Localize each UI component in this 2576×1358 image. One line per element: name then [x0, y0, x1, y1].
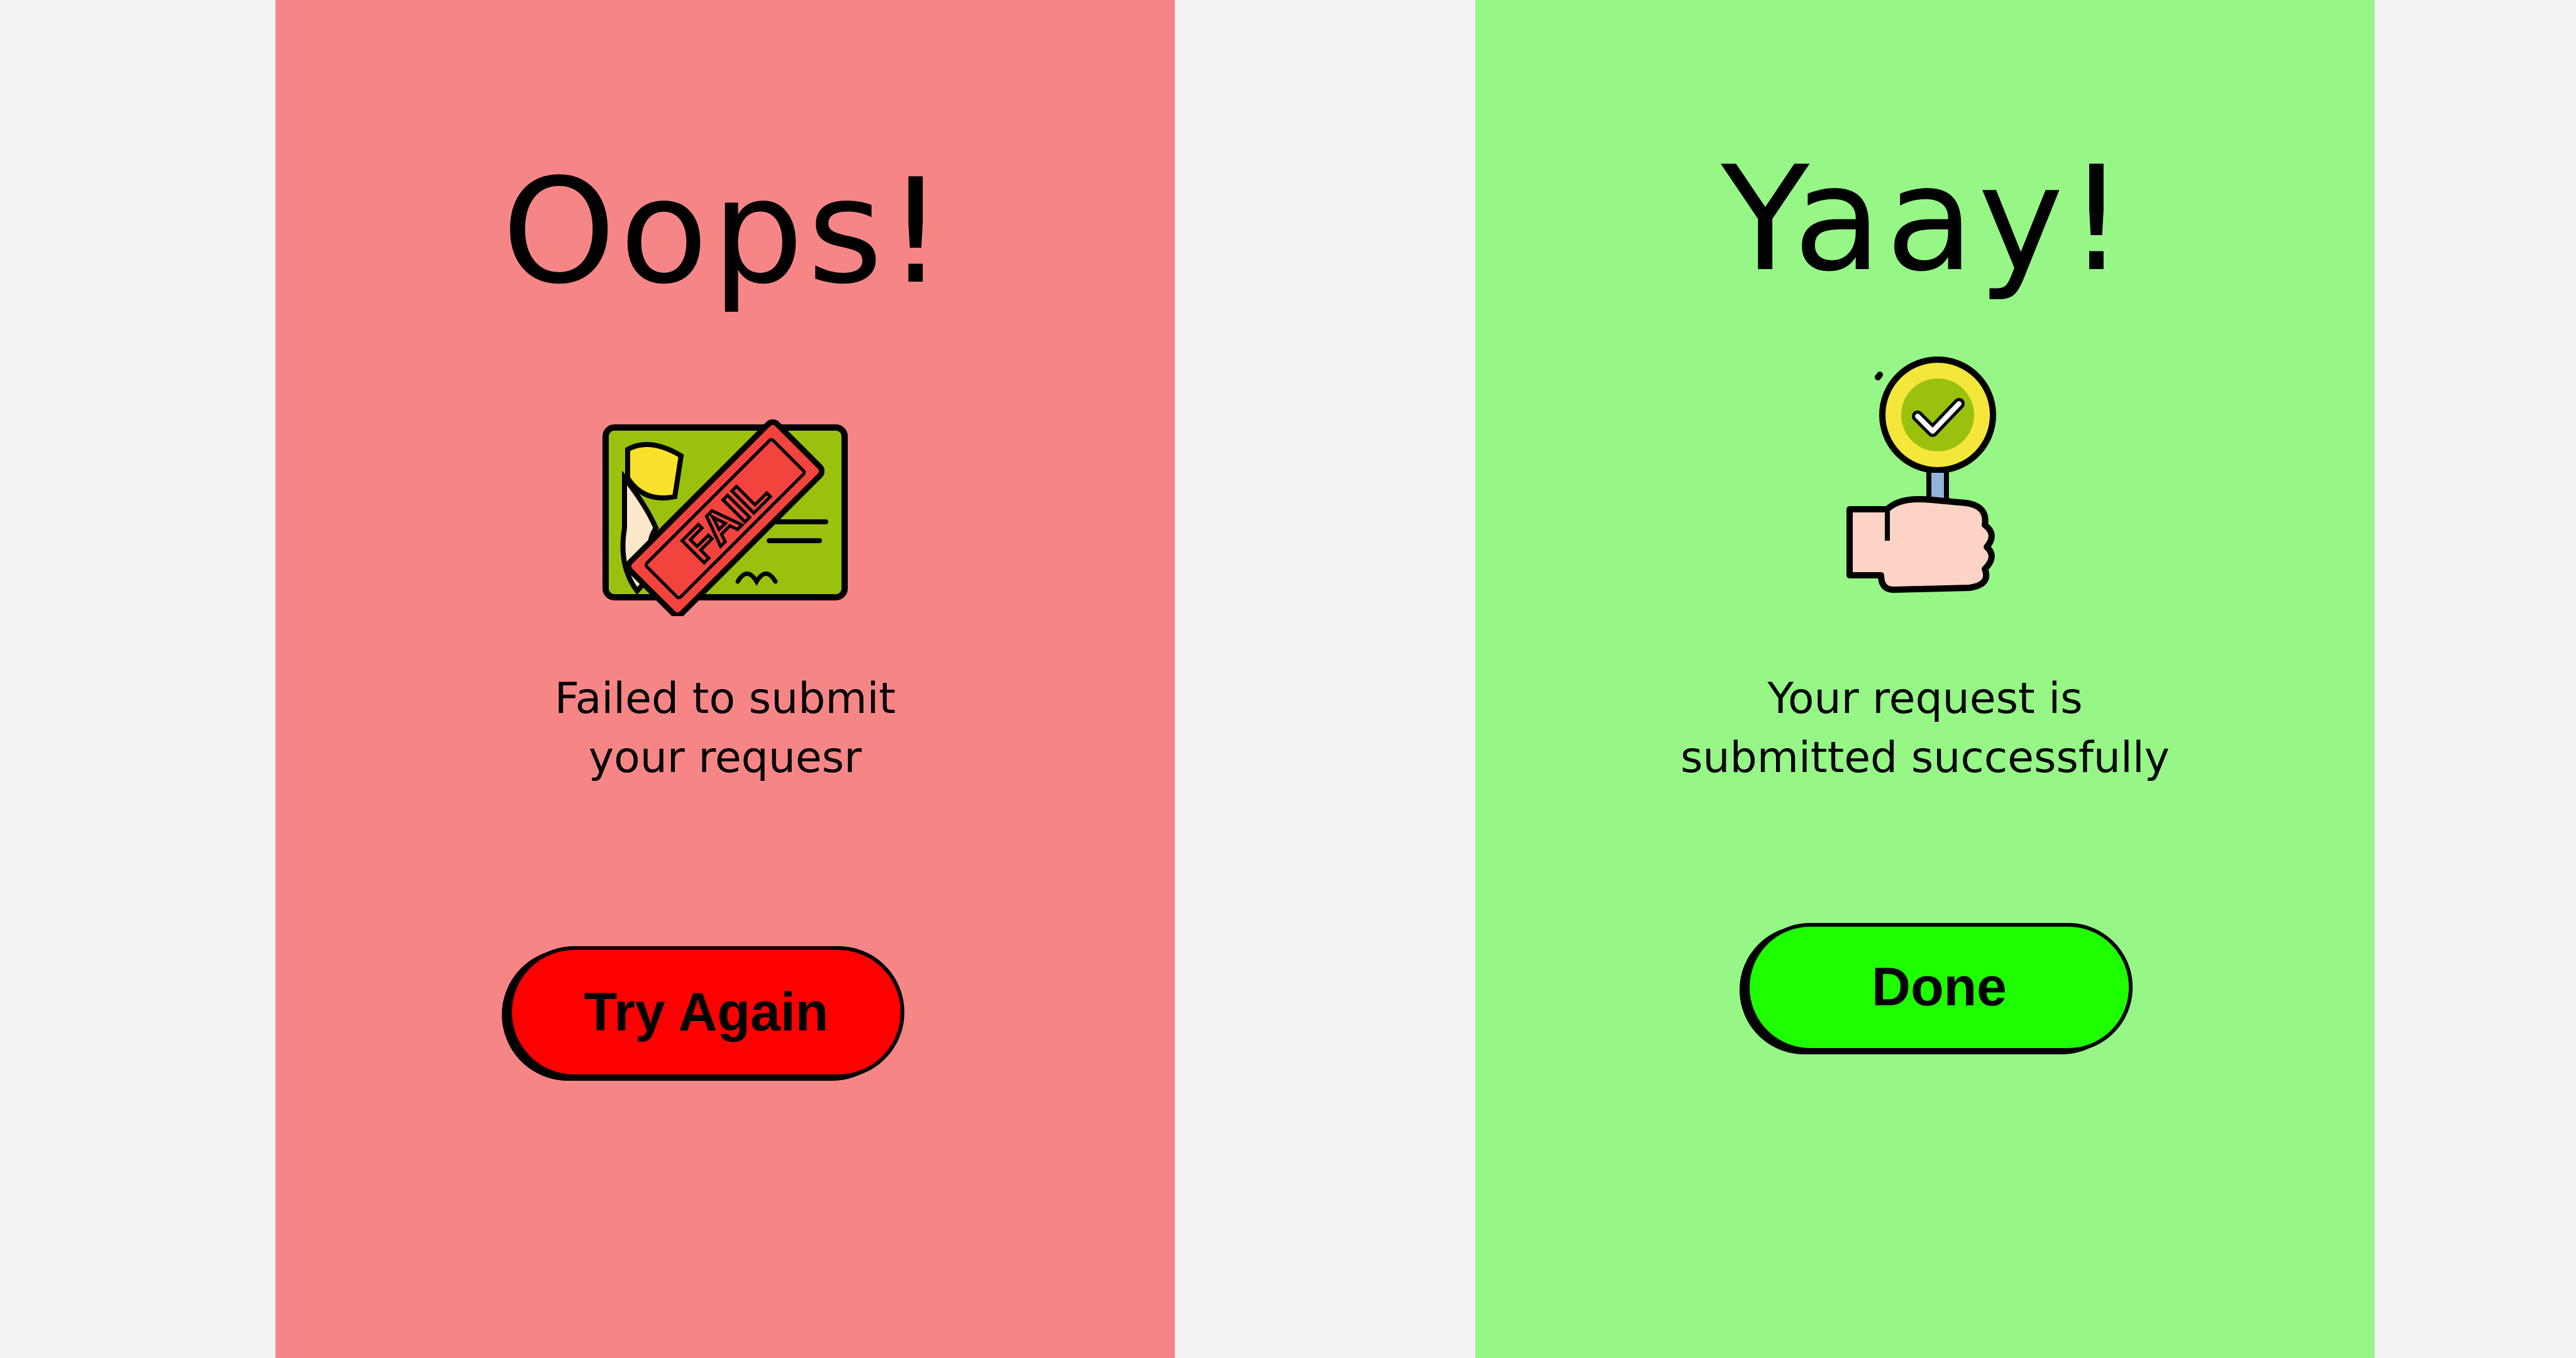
success-message-line2: submitted successfully [1680, 733, 2170, 783]
fail-title: Oops! [502, 148, 948, 316]
try-again-button[interactable]: Try Again [508, 946, 904, 1078]
fail-message: Failed to submit your requesr [275, 670, 1175, 788]
success-panel: Yaay! Your request is submitted successf… [1475, 0, 2375, 1358]
fail-panel: Oops! FAIL Failed to submit your requesr… [275, 0, 1175, 1358]
done-button[interactable]: Done [1746, 923, 2133, 1052]
success-title: Yaay! [1721, 136, 2129, 304]
success-message: Your request is submitted successfully [1475, 670, 2375, 788]
success-message-line1: Your request is [1767, 674, 2083, 724]
fail-message-line2: your requesr [588, 733, 862, 783]
fail-message-line1: Failed to submit [554, 674, 896, 724]
hand-holding-check-sign-icon [1843, 352, 2007, 616]
fail-certificate-icon: FAIL [599, 402, 851, 616]
